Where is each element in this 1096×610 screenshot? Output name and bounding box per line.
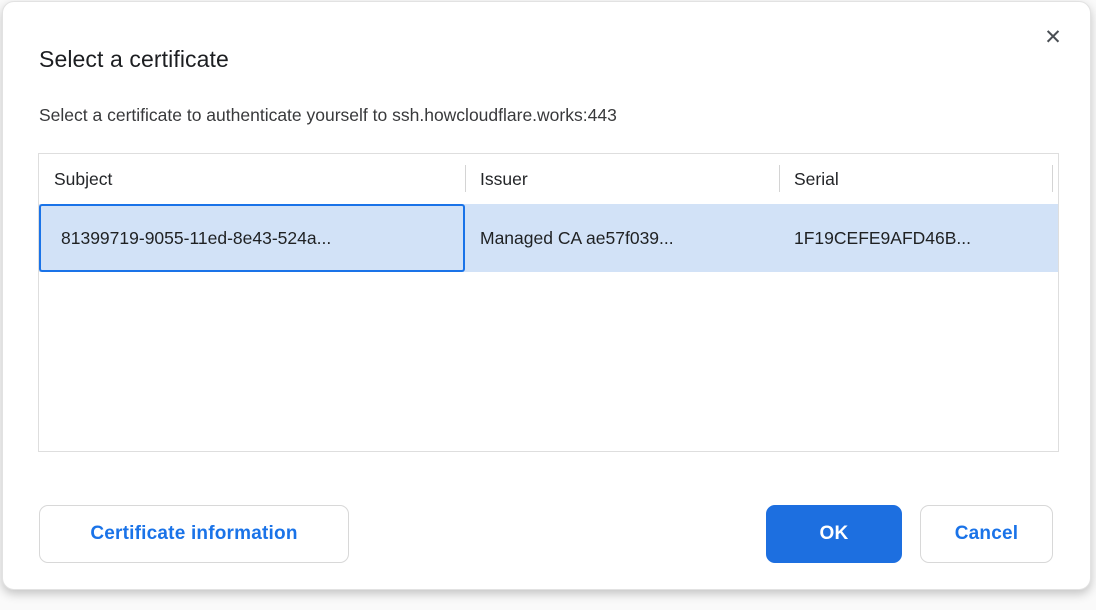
dialog-subtitle: Select a certificate to authenticate you… — [39, 105, 617, 126]
dialog-action-buttons: OK Cancel — [766, 505, 1053, 563]
close-icon[interactable]: ✕ — [1040, 24, 1066, 50]
header-gutter-divider — [1052, 165, 1053, 192]
dialog-title: Select a certificate — [39, 46, 229, 73]
ok-button[interactable]: OK — [766, 505, 902, 563]
cell-issuer[interactable]: Managed CA ae57f039... — [465, 204, 779, 272]
cancel-button[interactable]: Cancel — [920, 505, 1053, 563]
column-header-issuer: Issuer — [465, 154, 779, 204]
column-header-subject: Subject — [39, 154, 465, 204]
table-header: Subject Issuer Serial — [39, 154, 1058, 204]
cell-serial[interactable]: 1F19CEFE9AFD46B... — [779, 204, 1058, 272]
cell-subject[interactable]: 81399719-9055-11ed-8e43-524a... — [39, 204, 465, 272]
certificate-select-dialog: ✕ Select a certificate Select a certific… — [2, 1, 1091, 590]
certificate-information-button[interactable]: Certificate information — [39, 505, 349, 563]
certificate-row[interactable]: 81399719-9055-11ed-8e43-524a... Managed … — [39, 204, 1058, 272]
column-header-serial: Serial — [779, 154, 1058, 204]
button-bar: Certificate information OK Cancel — [39, 505, 1053, 563]
certificate-table: Subject Issuer Serial 81399719-9055-11ed… — [38, 153, 1059, 452]
